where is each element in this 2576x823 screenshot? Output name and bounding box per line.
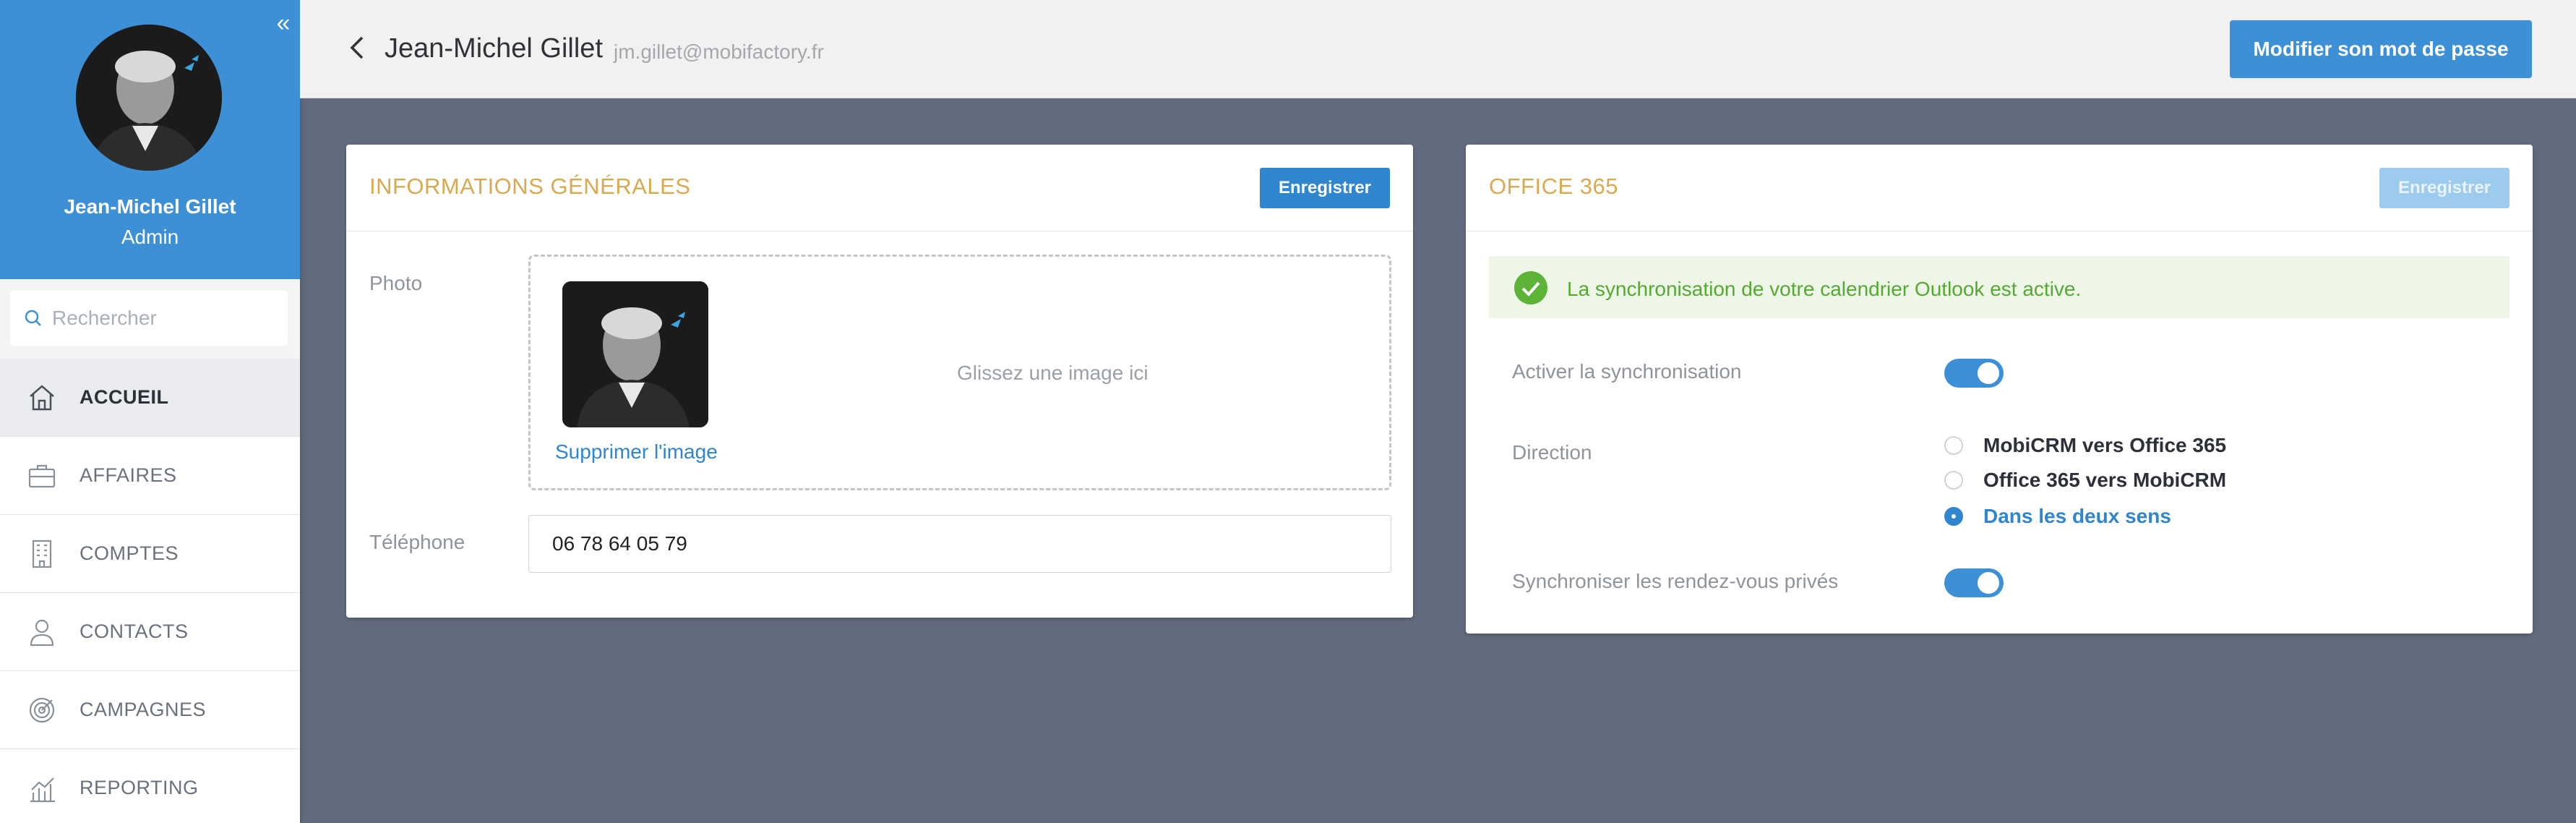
photo-thumbnail [562, 281, 708, 427]
sidebar-item-comptes[interactable]: COMPTES [0, 515, 300, 593]
target-icon [25, 693, 59, 728]
sidebar-item-label: ACCUEIL [80, 386, 169, 408]
back-arrow-icon[interactable] [346, 32, 368, 64]
profile-name: Jean-Michel Gillet [64, 195, 236, 218]
change-password-button[interactable]: Modifier son mot de passe [2230, 20, 2532, 78]
delete-image-link[interactable]: Supprimer l'image [555, 440, 718, 464]
home-icon [25, 380, 59, 415]
sidebar-item-label: AFFAIRES [80, 464, 177, 486]
sync-toggle[interactable] [1944, 359, 2004, 388]
search-input[interactable] [52, 307, 283, 330]
private-sync-toggle[interactable] [1944, 568, 2004, 597]
dropzone-hint: Glissez une image ici [957, 362, 1149, 384]
direction-label: Direction [1512, 441, 1592, 464]
radio-label: MobiCRM vers Office 365 [1983, 434, 2227, 456]
search-box[interactable] [10, 291, 288, 346]
radio-button[interactable] [1944, 436, 1963, 455]
chart-icon [25, 771, 59, 806]
general-info-card: INFORMATIONS GÉNÉRALES Enregistrer Photo… [346, 145, 1413, 618]
sidebar-item-affaires[interactable]: AFFAIRES [0, 437, 300, 515]
sidebar-item-accueil[interactable]: ACCUEIL [0, 359, 300, 437]
building-icon [25, 537, 59, 571]
image-dropzone[interactable]: Supprimer l'image Glissez une image ici [528, 255, 1391, 490]
sync-label: Activer la synchronisation [1512, 360, 1742, 383]
briefcase-icon [25, 459, 59, 493]
phone-label: Téléphone [369, 531, 465, 553]
alert-text: La synchronisation de votre calendrier O… [1567, 278, 2082, 300]
page-title: Jean-Michel Gillet [385, 33, 603, 64]
card-header: OFFICE 365 Enregistrer [1466, 145, 2533, 231]
photo-label: Photo [369, 272, 423, 294]
profile-panel: « Jean-Michel Gillet Admin [0, 0, 300, 279]
search-icon [25, 310, 41, 326]
profile-role: Admin [121, 226, 179, 248]
sidebar-item-contacts[interactable]: CONTACTS [0, 593, 300, 671]
sidebar-nav: ACCUEIL AFFAIRES COMPTES CONTACTS CAMPAG… [0, 359, 300, 823]
collapse-sidebar-icon[interactable]: « [272, 9, 295, 38]
save-general-button[interactable]: Enregistrer [1260, 168, 1390, 208]
radio-label: Office 365 vers MobiCRM [1983, 469, 2227, 491]
sync-success-alert: La synchronisation de votre calendrier O… [1489, 256, 2510, 318]
radio-button[interactable] [1944, 471, 1963, 490]
page-header: Jean-Michel Gillet jm.gillet@mobifactory… [300, 0, 2576, 98]
person-icon [25, 615, 59, 649]
direction-option-both[interactable]: Dans les deux sens [1944, 502, 2171, 531]
toggle-knob [1978, 572, 1999, 594]
sidebar-item-label: COMPTES [80, 542, 179, 564]
sidebar-item-label: CONTACTS [80, 621, 189, 642]
office365-card: OFFICE 365 Enregistrer La synchronisatio… [1466, 145, 2533, 634]
avatar [76, 25, 222, 171]
sidebar-item-label: REPORTING [80, 777, 199, 798]
direction-option-mobicrm-to-office[interactable]: MobiCRM vers Office 365 [1944, 431, 2226, 460]
radio-button[interactable] [1944, 507, 1963, 526]
user-email: jm.gillet@mobifactory.fr [614, 40, 824, 63]
sidebar-item-campagnes[interactable]: CAMPAGNES [0, 671, 300, 749]
sidebar-item-label: CAMPAGNES [80, 699, 207, 720]
sidebar: « Jean-Michel Gillet Admin ACCUEIL [0, 0, 300, 823]
card-title: INFORMATIONS GÉNÉRALES [369, 174, 691, 199]
check-circle-icon [1514, 271, 1547, 304]
radio-label: Dans les deux sens [1983, 505, 2171, 527]
direction-option-office-to-mobicrm[interactable]: Office 365 vers MobiCRM [1944, 466, 2226, 495]
card-header: INFORMATIONS GÉNÉRALES Enregistrer [346, 145, 1413, 231]
private-sync-label: Synchroniser les rendez-vous privés [1512, 570, 1839, 592]
save-office-button[interactable]: Enregistrer [2379, 168, 2510, 208]
toggle-knob [1978, 362, 1999, 384]
card-title: OFFICE 365 [1489, 174, 1618, 199]
phone-input[interactable] [528, 515, 1391, 573]
sidebar-item-reporting[interactable]: REPORTING [0, 749, 300, 823]
